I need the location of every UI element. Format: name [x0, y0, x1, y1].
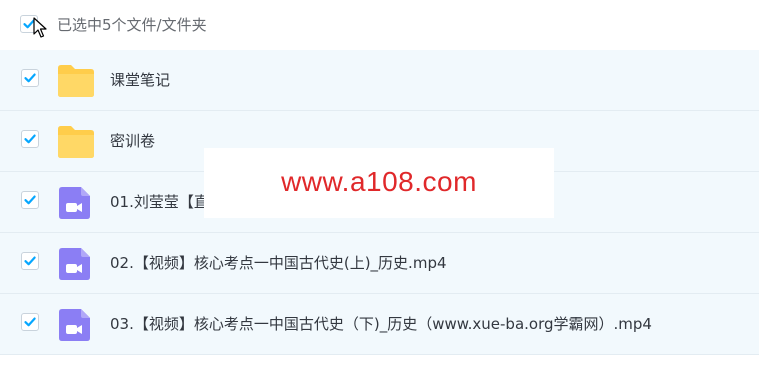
file-name[interactable]: 03.【视频】核心考点一中国古代史（下)_历史（www.xue-ba.org学霸…	[110, 313, 652, 335]
video-file-icon	[59, 248, 90, 280]
checkmark-icon	[24, 256, 36, 266]
checkmark-icon	[24, 195, 36, 205]
mouse-cursor-icon	[33, 17, 47, 38]
file-name[interactable]: 02.【视频】核心考点一中国古代史(上)_历史.mp4	[110, 252, 447, 274]
folder-icon	[58, 126, 94, 158]
watermark-overlay: www.a108.com	[204, 148, 554, 218]
file-row[interactable]: 课堂笔记	[0, 50, 759, 111]
selection-count-label: 已选中5个文件/文件夹	[57, 16, 207, 34]
row-checkbox[interactable]	[21, 69, 41, 89]
checkmark-icon	[24, 73, 36, 83]
checkmark-icon	[24, 134, 36, 144]
row-checkbox[interactable]	[21, 191, 41, 211]
selection-header: 已选中5个文件/文件夹	[0, 0, 759, 50]
file-name[interactable]: 密训卷	[110, 130, 155, 152]
file-name[interactable]: 01.刘莹莹【直	[110, 191, 209, 213]
file-list-screen: 已选中5个文件/文件夹 课堂笔记 密训卷 01.刘莹莹【直 02.【视频】核心考…	[0, 0, 759, 369]
row-checkbox[interactable]	[21, 313, 41, 333]
file-row[interactable]: 03.【视频】核心考点一中国古代史（下)_历史（www.xue-ba.org学霸…	[0, 294, 759, 355]
video-file-icon	[59, 309, 90, 341]
file-row[interactable]: 02.【视频】核心考点一中国古代史(上)_历史.mp4	[0, 233, 759, 294]
checkmark-icon	[24, 317, 36, 327]
row-checkbox[interactable]	[21, 130, 41, 150]
file-name[interactable]: 课堂笔记	[110, 69, 170, 91]
row-checkbox[interactable]	[21, 252, 41, 272]
folder-icon	[58, 65, 94, 97]
watermark-text: www.a108.com	[281, 166, 477, 197]
video-file-icon	[59, 187, 90, 219]
